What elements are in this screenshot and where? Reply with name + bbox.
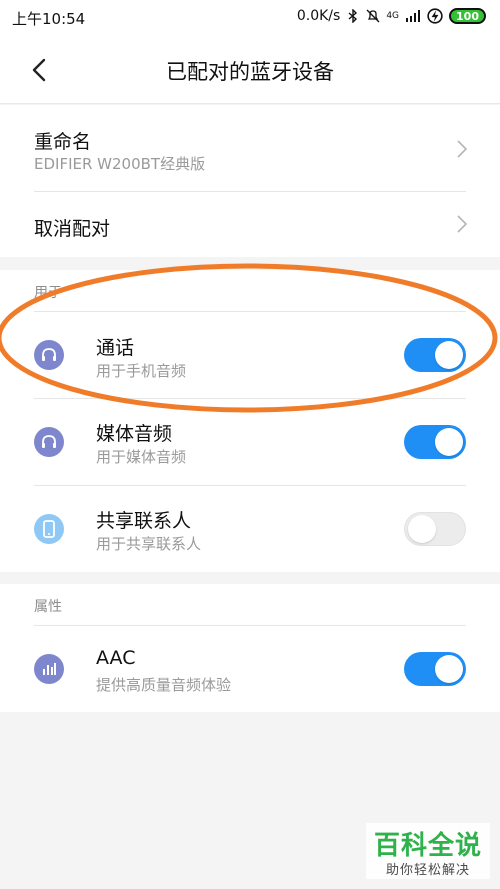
aac-title: AAC (96, 647, 136, 669)
mute-bell-icon (366, 9, 380, 23)
call-audio-title: 通话 (96, 337, 135, 359)
headphones-icon (34, 340, 64, 370)
phone-icon (34, 514, 64, 544)
chevron-right-icon (457, 140, 468, 158)
rename-row[interactable]: 重命名 EDIFIER W200BT经典版 (0, 105, 500, 191)
chevron-right-icon (457, 215, 468, 233)
usage-card: 用于 通话 用于手机音频 媒体音频 用于媒体音频 共享联系人 用于共享联系人 (0, 270, 500, 572)
media-audio-title: 媒体音频 (96, 423, 173, 445)
page-title: 已配对的蓝牙设备 (166, 60, 334, 84)
toggle-knob (435, 428, 463, 456)
status-bar: 上午10:54 0.0K/s 4G 100 (0, 0, 500, 36)
status-icons: 0.0K/s 4G 100 (297, 8, 486, 24)
call-audio-subtitle: 用于手机音频 (96, 362, 187, 380)
media-audio-toggle[interactable] (404, 425, 466, 459)
aac-toggle[interactable] (404, 652, 466, 686)
signal-label: 4G (386, 10, 400, 21)
aac-subtitle: 提供高质量音频体验 (96, 676, 232, 694)
share-contacts-toggle[interactable] (404, 512, 466, 546)
device-name: EDIFIER W200BT经典版 (34, 155, 206, 173)
property-card: 属性 AAC 提供高质量音频体验 (0, 584, 500, 712)
unpair-label: 取消配对 (34, 218, 111, 240)
device-card: 重命名 EDIFIER W200BT经典版 取消配对 (0, 105, 500, 257)
toggle-knob (408, 515, 436, 543)
share-contacts-row[interactable]: 共享联系人 用于共享联系人 (0, 486, 500, 572)
call-audio-row[interactable]: 通话 用于手机音频 (0, 312, 500, 398)
unpair-row[interactable]: 取消配对 (0, 192, 500, 257)
media-audio-row[interactable]: 媒体音频 用于媒体音频 (0, 399, 500, 485)
media-audio-subtitle: 用于媒体音频 (96, 448, 187, 466)
battery-indicator: 100 (449, 8, 486, 24)
bar-chart-icon (34, 654, 64, 684)
call-audio-toggle[interactable] (404, 338, 466, 372)
aac-row[interactable]: AAC 提供高质量音频体验 (0, 626, 500, 712)
watermark-title: 百科全说 (373, 831, 482, 861)
watermark-logo: 百科全说 助你轻松解决 (366, 823, 490, 879)
section-label-usage: 用于 (34, 285, 62, 301)
network-speed: 0.0K/s (296, 8, 341, 24)
watermark-slogan: 助你轻松解决 (385, 863, 470, 878)
bluetooth-icon (348, 9, 358, 23)
rename-label: 重命名 (34, 131, 92, 153)
signal-icon (406, 10, 421, 22)
charging-icon (427, 8, 443, 24)
app-header: 已配对的蓝牙设备 (0, 36, 500, 104)
section-label-property: 属性 (34, 599, 62, 615)
toggle-knob (435, 341, 463, 369)
headphones-icon (34, 427, 64, 457)
status-time: 上午10:54 (12, 10, 86, 28)
share-contacts-subtitle: 用于共享联系人 (96, 535, 202, 553)
share-contacts-title: 共享联系人 (96, 510, 192, 532)
toggle-knob (435, 655, 463, 683)
